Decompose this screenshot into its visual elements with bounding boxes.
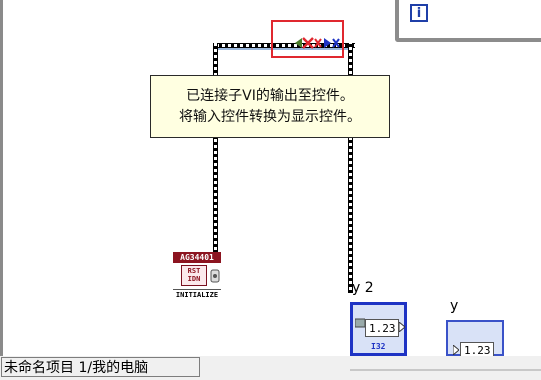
indicator-y-label[interactable]: y [450, 298, 458, 314]
subvi-footer: INITIALIZE [173, 289, 221, 300]
subvi-terminal-icon [210, 269, 220, 283]
diagram-left-border [0, 0, 3, 356]
block-diagram-canvas[interactable]: i 已连接子VI的输出至控件。 将输入控件转换为显示控件。 AG34401 RS… [0, 0, 541, 380]
project-path-label: 未命名项目 1/我的电脑 [1, 357, 200, 377]
status-bar: 未命名项目 1/我的电脑 [0, 356, 541, 380]
info-icon[interactable]: i [410, 4, 428, 22]
ag34401-initialize-subvi[interactable]: AG34401 RST IDN INITIALIZE [173, 252, 221, 300]
error-tooltip: 已连接子VI的输出至控件。 将输入控件转换为显示控件。 [150, 75, 390, 138]
subvi-body: RST IDN [173, 263, 221, 289]
subvi-header: AG34401 [173, 252, 221, 263]
indicator-y2-label[interactable]: y 2 [352, 280, 374, 296]
subvi-card-line-2: IDN [187, 275, 201, 283]
indicator-y2-type: I32 [371, 342, 386, 351]
error-highlight-box [271, 20, 344, 58]
indicator-y2-value: 1.23 [365, 319, 399, 337]
subvi-card-line-1: RST [187, 267, 201, 275]
cluster-icon [355, 318, 365, 328]
arrow-right-icon [399, 322, 405, 332]
horizontal-scrollbar[interactable] [350, 369, 541, 371]
structure-frame[interactable]: i [395, 0, 541, 42]
tooltip-line-2: 将输入控件转换为显示控件。 [179, 108, 361, 125]
tooltip-line-1: 已连接子VI的输出至控件。 [186, 87, 354, 104]
indicator-y[interactable]: 1.23 [446, 320, 504, 358]
indicator-y2[interactable]: 1.23 I32 [350, 302, 407, 356]
arrow-right-icon [453, 345, 459, 355]
subvi-instrument-icon: RST IDN [181, 265, 207, 286]
